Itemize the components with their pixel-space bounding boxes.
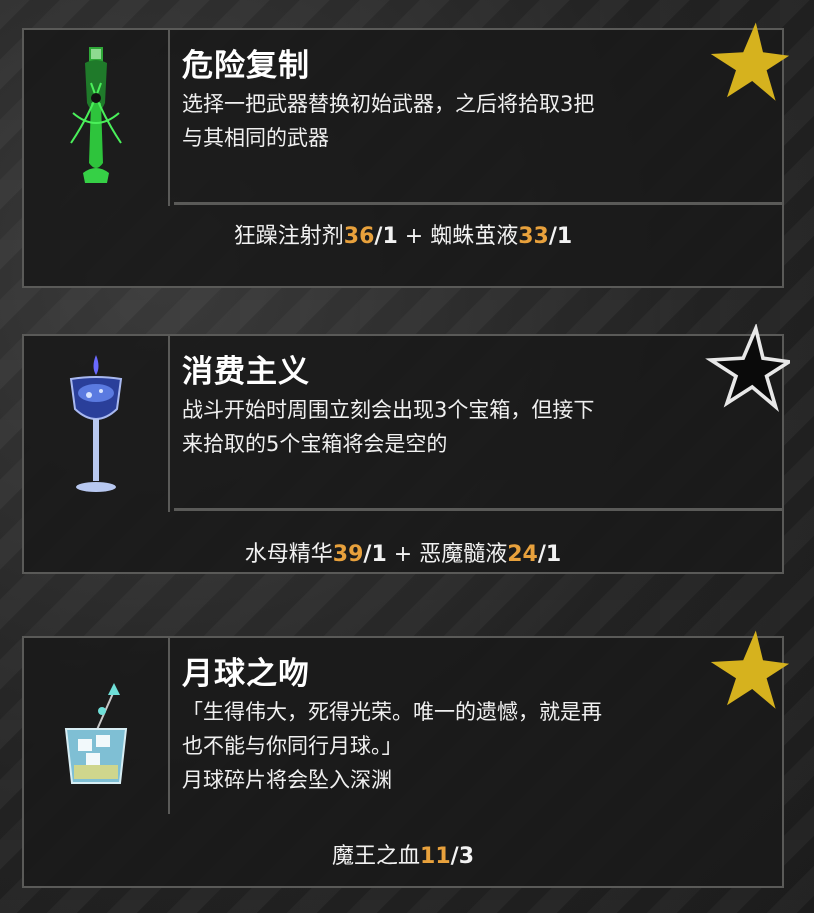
- ingredient-need: 1: [556, 224, 573, 249]
- ingredient-need: 1: [545, 542, 562, 567]
- black-star-icon: [705, 324, 790, 413]
- blue-cocktail-glass-icon: [69, 355, 123, 492]
- plus-separator: +: [397, 224, 431, 249]
- ice-whiskey-glass-icon: [64, 683, 128, 784]
- ingredient-need: 1: [382, 224, 398, 249]
- ingredient-have: 24: [507, 542, 538, 567]
- card-description: 战斗开始时周围立刻会出现3个宝箱，但接下 来拾取的5个宝箱将会是空的: [182, 393, 772, 461]
- green-potion-vial-icon: [70, 47, 122, 183]
- recipe-card[interactable]: 危险复制 选择一把武器替换初始武器，之后将拾取3把 与其相同的武器 狂躁注射剂3…: [22, 22, 790, 288]
- card-title: 危险复制: [182, 48, 310, 84]
- ingredient-have: 39: [332, 542, 364, 567]
- ingredient-need: 1: [371, 542, 387, 567]
- gold-star-icon: [710, 22, 790, 101]
- recipe-line: 魔王之血11/3: [332, 844, 474, 869]
- divider: [174, 508, 782, 511]
- card-title: 消费主义: [182, 354, 310, 390]
- desc-line: 战斗开始时周围立刻会出现3个宝箱，但接下: [182, 398, 595, 422]
- ingredient-have: 11: [420, 844, 451, 869]
- potion-icon-box: [24, 336, 170, 512]
- ingredient-have: 33: [518, 224, 549, 249]
- desc-line: 也不能与你同行月球。」: [182, 734, 403, 758]
- ingredient-have: 36: [343, 224, 375, 249]
- gold-star-icon: [710, 630, 790, 709]
- potion-icon-box: [24, 30, 170, 206]
- desc-line: 月球碎片将会坠入深渊: [182, 768, 392, 792]
- card-description: 「生得伟大，死得光荣。唯一的遗憾，就是再 也不能与你同行月球。」 月球碎片将会坠…: [182, 695, 772, 797]
- desc-line: 选择一把武器替换初始武器，之后将拾取3把: [182, 92, 595, 116]
- recipe-card[interactable]: 月球之吻 「生得伟大，死得光荣。唯一的遗憾，就是再 也不能与你同行月球。」 月球…: [22, 630, 790, 888]
- divider: [174, 202, 782, 205]
- ingredient-name: 魔王之血: [332, 844, 421, 869]
- ingredient-name: 狂躁注射剂: [233, 224, 344, 249]
- ingredient-name: 恶魔髓液: [419, 542, 508, 567]
- desc-line: 「生得伟大，死得光荣。唯一的遗憾，就是再: [182, 700, 602, 724]
- recipe-card[interactable]: 消费主义 战斗开始时周围立刻会出现3个宝箱，但接下 来拾取的5个宝箱将会是空的 …: [22, 324, 790, 574]
- ingredient-name: 水母精华: [244, 542, 333, 567]
- desc-line: 来拾取的5个宝箱将会是空的: [182, 432, 448, 456]
- desc-line: 与其相同的武器: [182, 126, 329, 150]
- recipe-line: 水母精华39/1 + 恶魔髓液24/1: [244, 542, 562, 567]
- ingredient-name: 蜘蛛茧液: [430, 224, 519, 249]
- plus-separator: +: [386, 542, 420, 567]
- card-description: 选择一把武器替换初始武器，之后将拾取3把 与其相同的武器: [182, 87, 772, 155]
- ingredient-need: 3: [458, 844, 474, 869]
- card-title: 月球之吻: [182, 656, 310, 692]
- potion-icon-box: [24, 638, 170, 814]
- recipe-line: 狂躁注射剂36/1 + 蜘蛛茧液33/1: [233, 224, 573, 249]
